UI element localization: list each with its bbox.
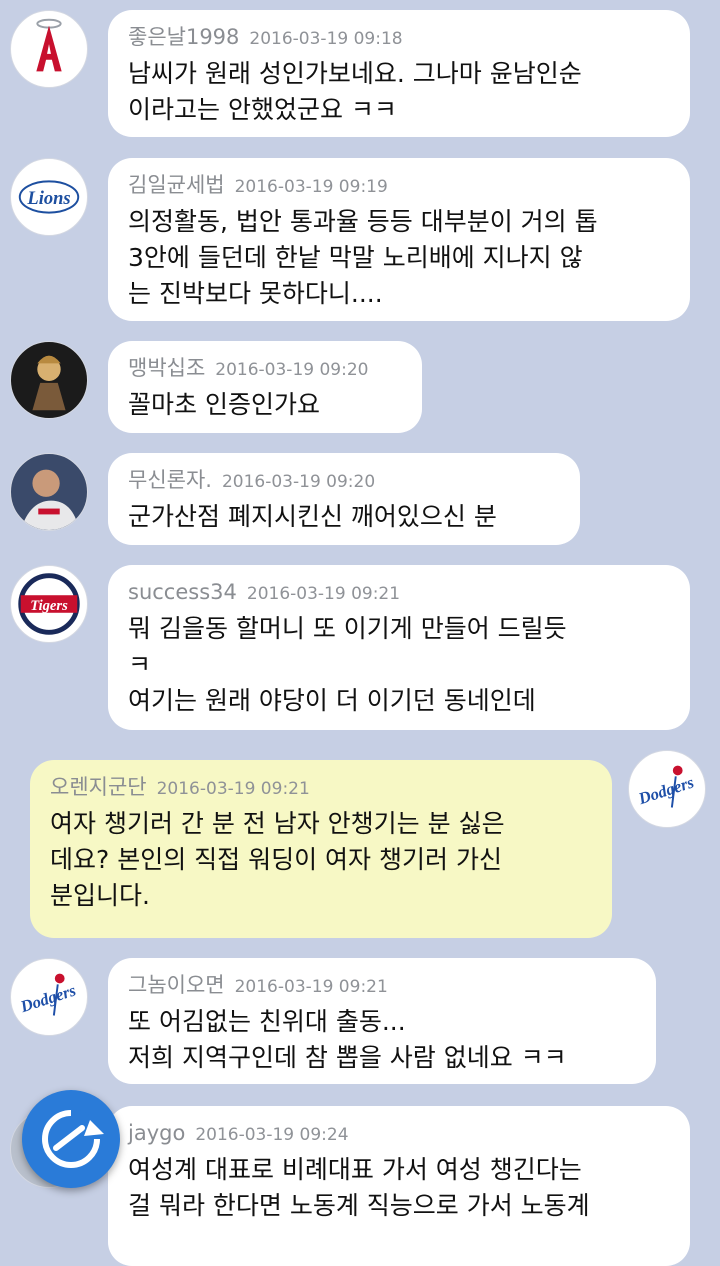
timestamp: 2016-03-19 09:18	[249, 29, 403, 49]
message-bubble[interactable]: 맹박십조 2016-03-19 09:20 꼴마초 인증인가요	[108, 341, 422, 433]
refresh-icon	[42, 1109, 104, 1168]
author-name[interactable]: 오렌지군단	[50, 775, 147, 799]
timestamp: 2016-03-19 09:20	[221, 472, 376, 492]
svg-text:Lions: Lions	[26, 189, 70, 209]
author-name[interactable]: 그놈이오면	[128, 973, 225, 997]
timestamp: 2016-03-19 09:24	[195, 1125, 349, 1145]
svg-text:Tigers: Tigers	[30, 598, 68, 614]
message-text: 뭐 김을동 할머니 또 이기게 만들어 드릴듯 ㅋ 여기는 원래 야당이 더 이…	[128, 614, 567, 715]
avatar-lions-logo[interactable]: Lions	[10, 158, 88, 236]
svg-text:Dodgers: Dodgers	[17, 980, 78, 1016]
svg-text:Dodgers: Dodgers	[635, 772, 696, 808]
avatar-tigers-logo[interactable]: Tigers	[10, 565, 88, 643]
avatar-dodgers-logo[interactable]: Dodgers	[10, 958, 88, 1036]
message-text: 꼴마초 인증인가요	[128, 390, 320, 419]
message-bubble[interactable]: 좋은날1998 2016-03-19 09:18 남씨가 원래 성인가보네요. 그…	[108, 10, 690, 137]
avatar-player-photo[interactable]	[10, 453, 88, 531]
author-name[interactable]: jaygo	[128, 1121, 185, 1145]
avatar-character[interactable]	[10, 341, 88, 419]
message-bubble[interactable]: 김일균세법 2016-03-19 09:19 의정활동, 법안 통과율 등등 대부…	[108, 158, 690, 321]
my-message-bubble[interactable]: 오렌지군단 2016-03-19 09:21 여자 챙기러 간 분 전 남자 안챙…	[30, 760, 612, 938]
message-bubble[interactable]: success34 2016-03-19 09:21 뭐 김을동 할머니 또 이기…	[108, 565, 690, 730]
timestamp: 2016-03-19 09:19	[234, 177, 388, 197]
timestamp: 2016-03-19 09:21	[246, 584, 401, 604]
message-text: 군가산점 폐지시킨신 깨어있으신 분	[128, 502, 497, 531]
author-name[interactable]: 김일균세법	[128, 173, 225, 197]
timestamp: 2016-03-19 09:20	[215, 360, 369, 380]
message-text: 또 어김없는 친위대 출동... 저희 지역구인데 참 뽑을 사람 없네요 ㅋㅋ	[128, 1007, 567, 1072]
avatar-angels-logo[interactable]	[10, 10, 88, 88]
author-name[interactable]: 맹박십조	[128, 356, 205, 380]
author-name[interactable]: 좋은날1998	[128, 25, 239, 49]
message-bubble[interactable]: 무신론자. 2016-03-19 09:20 군가산점 폐지시킨신 깨어있으신 분	[108, 453, 580, 545]
author-name[interactable]: success34	[128, 580, 237, 604]
timestamp: 2016-03-19 09:21	[234, 977, 388, 997]
floating-refresh-button[interactable]	[22, 1090, 120, 1188]
message-bubble[interactable]: 그놈이오면 2016-03-19 09:21 또 어김없는 친위대 출동... 저…	[108, 958, 656, 1084]
message-text: 여성계 대표로 비례대표 가서 여성 챙긴다는 걸 뭐라 한다면 노동계 직능으…	[128, 1155, 590, 1220]
message-bubble[interactable]: jaygo 2016-03-19 09:24 여성계 대표로 비례대표 가서 여성…	[108, 1106, 690, 1266]
message-text: 남씨가 원래 성인가보네요. 그나마 윤남인순 이라고는 안했었군요 ㅋㅋ	[128, 59, 582, 124]
timestamp: 2016-03-19 09:21	[156, 779, 310, 799]
avatar-dodgers-logo[interactable]: Dodgers	[628, 750, 706, 828]
message-text: 의정활동, 법안 통과율 등등 대부분이 거의 톱 3안에 들던데 한낱 막말 …	[128, 207, 598, 308]
message-text: 여자 챙기러 간 분 전 남자 안챙기는 분 싫은 데요? 본인의 직접 워딩이…	[50, 809, 505, 910]
author-name[interactable]: 무신론자.	[128, 468, 212, 492]
